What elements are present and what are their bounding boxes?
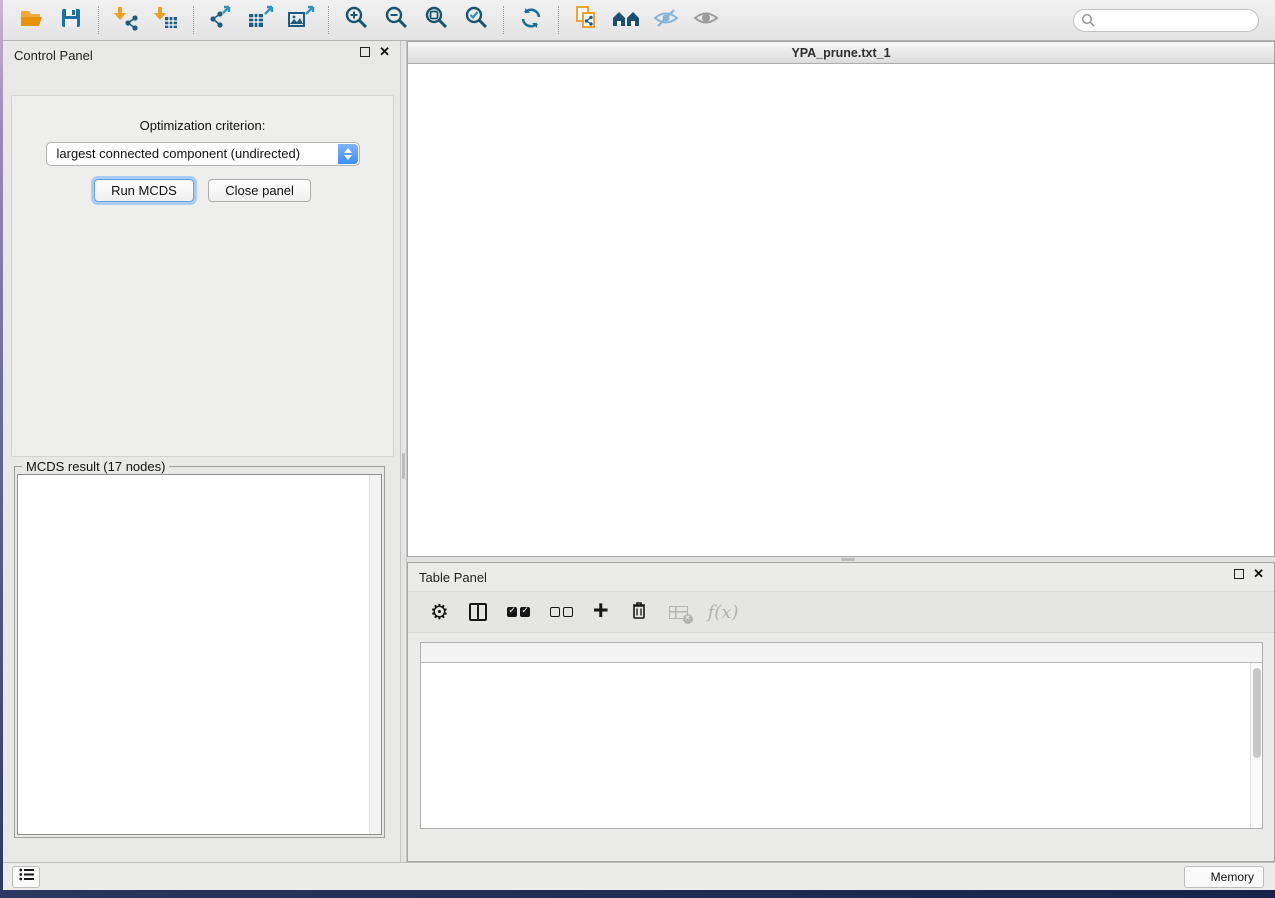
column-view-icon[interactable] xyxy=(469,603,487,621)
zoom-fit-icon xyxy=(424,5,449,35)
export-table-icon xyxy=(247,5,275,36)
close-panel-icon[interactable]: ✕ xyxy=(379,47,390,57)
toolbar-separator xyxy=(503,6,504,34)
splitter-grip xyxy=(841,558,855,561)
import-table-icon xyxy=(153,5,179,36)
first-neighbors-button[interactable] xyxy=(606,4,646,36)
float-panel-icon[interactable] xyxy=(1234,569,1244,579)
zoom-selected-icon xyxy=(464,5,489,35)
list-icon xyxy=(19,868,34,886)
memory-status-icon xyxy=(1194,872,1205,883)
main-toolbar xyxy=(3,0,1275,41)
open-file-icon xyxy=(18,6,44,35)
close-panel-button[interactable]: Close panel xyxy=(208,179,311,202)
memory-button[interactable]: Memory xyxy=(1184,866,1264,888)
splitter-grip xyxy=(402,453,405,479)
toolbar-separator xyxy=(558,6,559,34)
memory-label: Memory xyxy=(1211,870,1254,884)
zoom-in-button[interactable] xyxy=(336,4,376,36)
optimization-criterion-select[interactable]: largest connected component (undirected) xyxy=(46,142,360,166)
first-neighbors-icon xyxy=(611,6,641,35)
eye-icon xyxy=(692,6,720,35)
control-panel: Control Panel ✕ Optimization criterion: … xyxy=(3,41,400,862)
float-panel-icon[interactable] xyxy=(360,47,370,57)
zoom-fit-button[interactable] xyxy=(416,4,456,36)
zoom-out-button[interactable] xyxy=(376,4,416,36)
delete-table-icon-disabled xyxy=(669,606,688,619)
open-file-button[interactable] xyxy=(11,4,51,36)
network-window-title: YPA_prune.txt_1 xyxy=(791,46,890,60)
scrollbar-thumb[interactable] xyxy=(1253,668,1261,758)
delete-column-icon[interactable] xyxy=(629,599,649,626)
duplicate-network-icon xyxy=(573,5,599,36)
table-panel: Table Panel ✕ ⚙ + f(x) xyxy=(407,562,1275,862)
run-mcds-button[interactable]: Run MCDS xyxy=(94,179,194,202)
zoom-in-icon xyxy=(344,5,369,35)
close-window-icon[interactable] xyxy=(417,47,429,59)
toolbar-separator xyxy=(328,6,329,34)
import-table-button[interactable] xyxy=(146,4,186,36)
import-network-button[interactable] xyxy=(106,4,146,36)
node-table xyxy=(420,642,1263,829)
duplicate-network-button[interactable] xyxy=(566,4,606,36)
mcds-result-groupbox: MCDS result (17 nodes) xyxy=(14,466,385,838)
toolbar-separator xyxy=(193,6,194,34)
toolbar-separator xyxy=(98,6,99,34)
list-scrollbar[interactable] xyxy=(369,475,381,834)
zoom-selected-button[interactable] xyxy=(456,4,496,36)
show-all-button[interactable] xyxy=(686,4,726,36)
export-network-button[interactable] xyxy=(201,4,241,36)
refresh-view-button[interactable] xyxy=(511,4,551,36)
vertical-splitter[interactable] xyxy=(400,41,407,862)
refresh-icon xyxy=(518,5,544,36)
select-all-columns-icon[interactable] xyxy=(507,607,530,617)
deselect-all-columns-icon[interactable] xyxy=(550,607,573,617)
show-panels-button[interactable] xyxy=(12,866,40,888)
optimization-criterion-value: largest connected component (undirected) xyxy=(57,146,301,161)
close-panel-icon[interactable]: ✕ xyxy=(1253,569,1264,579)
table-panel-title: Table Panel xyxy=(419,570,487,585)
save-session-button[interactable] xyxy=(51,4,91,36)
select-stepper-icon xyxy=(338,144,358,164)
network-view-window: YPA_prune.txt_1 xyxy=(407,41,1275,557)
network-canvas[interactable] xyxy=(408,65,1274,556)
export-image-icon xyxy=(287,5,315,36)
minimize-window-icon[interactable] xyxy=(436,47,448,59)
save-icon xyxy=(59,6,83,35)
table-scrollbar[interactable] xyxy=(1250,663,1262,828)
network-graph[interactable] xyxy=(408,65,1270,556)
export-table-button[interactable] xyxy=(241,4,281,36)
zoom-out-icon xyxy=(384,5,409,35)
network-window-titlebar[interactable]: YPA_prune.txt_1 xyxy=(408,42,1274,64)
table-toolbar: ⚙ + f(x) xyxy=(408,591,1274,633)
status-bar: Memory xyxy=(3,862,1275,890)
table-settings-icon[interactable]: ⚙ xyxy=(430,602,449,623)
mcds-tab-content: Optimization criterion: largest connecte… xyxy=(11,95,394,457)
search-icon xyxy=(1081,13,1096,33)
search-input[interactable] xyxy=(1073,9,1259,32)
export-network-icon xyxy=(207,5,235,36)
mcds-result-list xyxy=(17,474,382,835)
app-window: Control Panel ✕ Optimization criterion: … xyxy=(3,0,1275,890)
mcds-result-title: MCDS result (17 nodes) xyxy=(22,459,169,474)
eye-slash-icon xyxy=(652,6,680,35)
function-builder-icon-disabled: f(x) xyxy=(708,602,739,623)
optimization-criterion-label: Optimization criterion: xyxy=(12,118,393,133)
maximize-window-icon[interactable] xyxy=(455,47,467,59)
hide-selected-button[interactable] xyxy=(646,4,686,36)
export-image-button[interactable] xyxy=(281,4,321,36)
control-panel-title: Control Panel xyxy=(14,48,93,63)
import-network-icon xyxy=(113,5,139,36)
add-column-icon[interactable]: + xyxy=(593,600,609,620)
